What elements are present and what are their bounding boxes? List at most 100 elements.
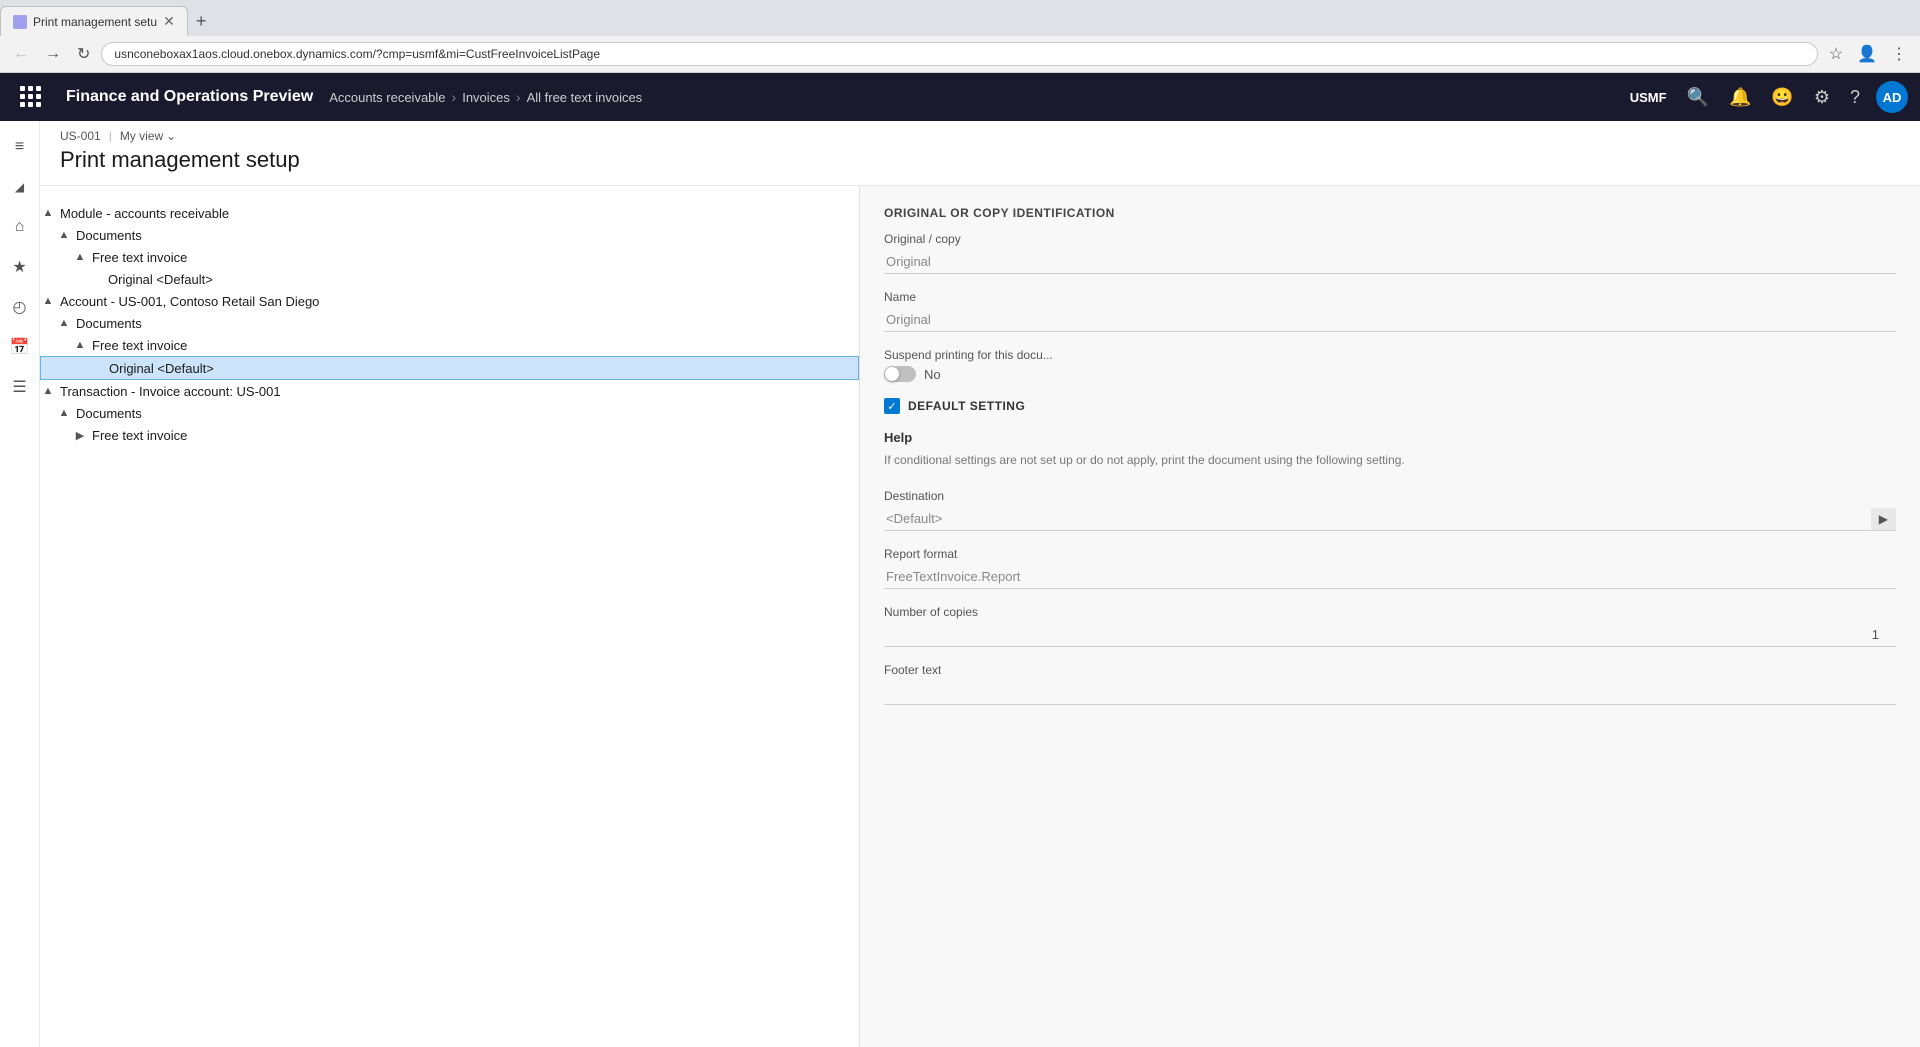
tree-node-original_default2[interactable]: Original <Default> — [40, 356, 859, 380]
tree-toggle-fti2[interactable]: ▲ — [72, 337, 88, 353]
destination-navigate-button[interactable]: ▶ — [1871, 508, 1896, 530]
copies-label: Number of copies — [884, 605, 1896, 619]
report-format-label: Report format — [884, 547, 1896, 561]
original-copy-input[interactable] — [884, 250, 1896, 274]
search-button[interactable]: 🔍 — [1679, 83, 1717, 112]
sidebar-calendar-button[interactable]: 📅 — [2, 329, 38, 365]
tree-toggle-documents2[interactable]: ▲ — [56, 315, 72, 331]
help-text: If conditional settings are not set up o… — [884, 451, 1896, 469]
copies-input[interactable] — [884, 623, 1896, 647]
sidebar-home-button[interactable]: ⌂ — [2, 209, 38, 245]
emoji-button[interactable]: 😀 — [1763, 83, 1801, 112]
tab-title: Print management setu — [33, 15, 157, 29]
tree-toggle-fti1[interactable]: ▲ — [72, 249, 88, 265]
help-button[interactable]: ? — [1842, 83, 1868, 112]
tree-label-documents3: Documents — [72, 406, 142, 421]
tree-node-module[interactable]: ▲Module - accounts receivable — [40, 202, 859, 224]
sidebar-icons: ≡ ◢ ⌂ ★ ◴ 📅 ☰ — [0, 121, 40, 1047]
tab-favicon — [13, 15, 27, 29]
app-title: Finance and Operations Preview — [50, 88, 329, 106]
tree-node-account[interactable]: ▲Account - US-001, Contoso Retail San Di… — [40, 290, 859, 312]
destination-input[interactable] — [884, 507, 1871, 530]
tree-node-fti2[interactable]: ▲Free text invoice — [40, 334, 859, 356]
tree-label-account: Account - US-001, Contoso Retail San Die… — [56, 294, 319, 309]
notifications-button[interactable]: 🔔 — [1721, 83, 1759, 112]
back-button[interactable]: ← — [8, 43, 34, 65]
sidebar-filter-button[interactable]: ◢ — [2, 169, 38, 205]
original-copy-field: Original / copy — [884, 232, 1896, 274]
suspend-print-value: No — [924, 367, 941, 382]
tree-node-fti1[interactable]: ▲Free text invoice — [40, 246, 859, 268]
breadcrumb-all-free-text-invoices[interactable]: All free text invoices — [527, 90, 643, 105]
tree-toggle-original_default2 — [89, 360, 105, 376]
original-copy-label: Original / copy — [884, 232, 1896, 246]
suspend-print-toggle[interactable] — [884, 366, 916, 382]
breadcrumb-accounts-receivable[interactable]: Accounts receivable — [329, 90, 445, 105]
tree-label-original_default2: Original <Default> — [105, 361, 214, 376]
tree-node-documents1[interactable]: ▲Documents — [40, 224, 859, 246]
tree-label-fti3: Free text invoice — [88, 428, 187, 443]
tree-node-documents2[interactable]: ▲Documents — [40, 312, 859, 334]
tree-toggle-documents3[interactable]: ▲ — [56, 405, 72, 421]
section-title-identification: ORIGINAL OR COPY IDENTIFICATION — [884, 206, 1896, 220]
profile-button[interactable]: 👤 — [1852, 41, 1882, 67]
sidebar-menu-button[interactable]: ≡ — [2, 129, 38, 165]
tree-node-fti3[interactable]: ▶Free text invoice — [40, 424, 859, 446]
default-setting-header: ✓ DEFAULT SETTING — [884, 398, 1896, 414]
tree-label-fti2: Free text invoice — [88, 338, 187, 353]
tree-toggle-documents1[interactable]: ▲ — [56, 227, 72, 243]
help-section: Help If conditional settings are not set… — [884, 430, 1896, 469]
company-code: USMF — [1622, 90, 1675, 105]
tree-toggle-original_default1 — [88, 271, 104, 287]
sidebar-list-button[interactable]: ☰ — [2, 369, 38, 405]
tree-label-fti1: Free text invoice — [88, 250, 187, 265]
sidebar-favorites-button[interactable]: ★ — [2, 249, 38, 285]
view-selector[interactable]: My view ⌄ — [120, 129, 176, 143]
footer-text-input[interactable] — [884, 681, 1896, 705]
breadcrumb: Accounts receivable › Invoices › All fre… — [329, 89, 1622, 105]
tree-pane: ▲Module - accounts receivable▲Documents▲… — [40, 186, 860, 1047]
tree-toggle-fti3[interactable]: ▶ — [72, 427, 88, 443]
new-tab-button[interactable]: + — [188, 12, 215, 30]
tree-label-transaction: Transaction - Invoice account: US-001 — [56, 384, 281, 399]
refresh-button[interactable]: ↻ — [72, 42, 95, 66]
waffle-menu[interactable] — [12, 78, 50, 116]
tree-node-original_default1[interactable]: Original <Default> — [40, 268, 859, 290]
help-title: Help — [884, 430, 1896, 445]
tree-node-documents3[interactable]: ▲Documents — [40, 402, 859, 424]
tree-label-original_default1: Original <Default> — [104, 272, 213, 287]
page-title: Print management setup — [60, 147, 1900, 173]
user-avatar[interactable]: AD — [1876, 81, 1908, 113]
name-label: Name — [884, 290, 1896, 304]
report-format-field: Report format — [884, 547, 1896, 589]
sidebar-recent-button[interactable]: ◴ — [2, 289, 38, 325]
name-field: Name — [884, 290, 1896, 332]
destination-label: Destination — [884, 489, 1896, 503]
breadcrumb-invoices[interactable]: Invoices — [462, 90, 510, 105]
forward-button[interactable]: → — [40, 43, 66, 65]
default-setting-checkbox[interactable]: ✓ — [884, 398, 900, 414]
default-setting-title: DEFAULT SETTING — [908, 399, 1025, 413]
footer-text-field: Footer text — [884, 663, 1896, 705]
bookmark-button[interactable]: ☆ — [1824, 41, 1848, 67]
suspend-print-field: Suspend printing for this docu... No — [884, 348, 1896, 382]
address-bar[interactable] — [101, 42, 1817, 66]
name-input[interactable] — [884, 308, 1896, 332]
footer-text-label: Footer text — [884, 663, 1896, 677]
tree-toggle-account[interactable]: ▲ — [40, 293, 56, 309]
settings-button[interactable]: ⚙ — [1806, 83, 1838, 112]
tree-toggle-transaction[interactable]: ▲ — [40, 383, 56, 399]
destination-field: Destination ▶ — [884, 489, 1896, 531]
detail-pane: ORIGINAL OR COPY IDENTIFICATION Original… — [860, 186, 1920, 1047]
tree-toggle-module[interactable]: ▲ — [40, 205, 56, 221]
browser-tab[interactable]: Print management setu ✕ — [0, 6, 188, 36]
tree-label-documents1: Documents — [72, 228, 142, 243]
tree-node-transaction[interactable]: ▲Transaction - Invoice account: US-001 — [40, 380, 859, 402]
menu-button[interactable]: ⋮ — [1886, 41, 1912, 67]
suspend-print-label: Suspend printing for this docu... — [884, 348, 1896, 362]
company-code-label: US-001 — [60, 129, 101, 143]
tree-label-module: Module - accounts receivable — [56, 206, 229, 221]
page-header: US-001 | My view ⌄ Print management setu… — [40, 121, 1920, 186]
tab-close-button[interactable]: ✕ — [163, 13, 175, 30]
report-format-input[interactable] — [884, 565, 1896, 589]
